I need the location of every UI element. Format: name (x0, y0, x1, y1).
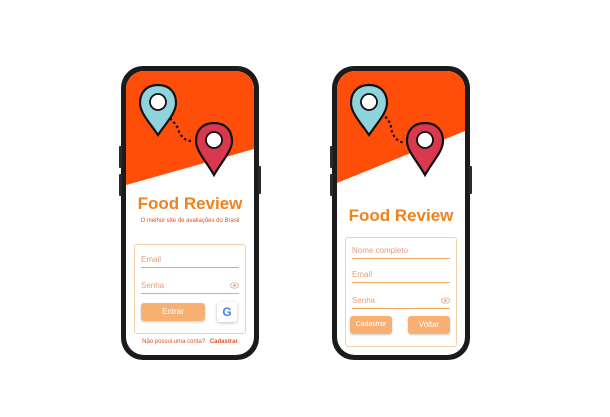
email-field[interactable]: Email (352, 268, 450, 283)
login-form: Email Senha Entrar G (134, 244, 246, 334)
volume-button (119, 174, 122, 196)
power-button (258, 166, 261, 194)
hero-banner (126, 71, 254, 185)
phone-login: Food Review O melhor site de avaliações … (119, 66, 261, 360)
signup-prompt: Não possui uma conta? Cadastrar (126, 339, 254, 345)
back-button[interactable]: Voltar (408, 316, 450, 334)
eye-icon[interactable] (230, 281, 239, 290)
phone-register: Food Review Nome completo Email Senha Ca… (330, 66, 472, 360)
email-field[interactable]: Email (141, 253, 239, 268)
red-pin-icon (405, 121, 445, 178)
eye-icon[interactable] (441, 296, 450, 305)
google-icon: G (222, 305, 232, 319)
email-placeholder: Email (352, 270, 373, 279)
hero-background (337, 71, 465, 183)
enter-button[interactable]: Entrar (141, 303, 205, 321)
fullname-field[interactable]: Nome completo (352, 244, 450, 259)
volume-button (330, 174, 333, 196)
red-pin-icon (194, 121, 234, 178)
fullname-placeholder: Nome completo (352, 246, 409, 255)
volume-button (119, 146, 122, 168)
password-field[interactable]: Senha (352, 294, 450, 309)
login-screen: Food Review O melhor site de avaliações … (126, 71, 254, 355)
email-placeholder: Email (141, 255, 162, 264)
app-title: Food Review (137, 194, 243, 213)
hero-banner (337, 71, 465, 183)
no-account-text: Não possui uma conta? (142, 339, 206, 345)
register-screen: Food Review Nome completo Email Senha Ca… (337, 71, 465, 355)
password-placeholder: Senha (352, 296, 376, 305)
power-button (469, 166, 472, 194)
register-form: Nome completo Email Senha Cadastrar Volt… (345, 237, 457, 347)
volume-button (330, 146, 333, 168)
google-login-button[interactable]: G (217, 302, 237, 322)
tagline: O melhor site de avaliações do Brasil (140, 218, 240, 224)
register-button[interactable]: Cadastrar (350, 316, 392, 334)
password-placeholder: Senha (141, 281, 165, 290)
register-link[interactable]: Cadastrar (210, 339, 238, 345)
app-title: Food Review (348, 206, 454, 225)
password-field[interactable]: Senha (141, 279, 239, 294)
